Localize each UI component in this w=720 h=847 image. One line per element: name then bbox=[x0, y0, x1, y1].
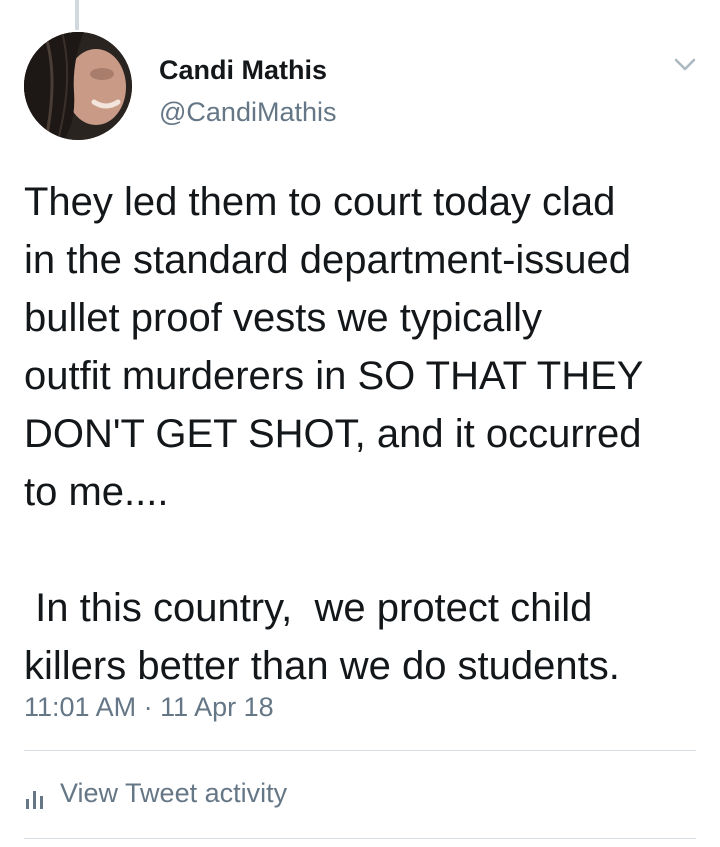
view-tweet-activity-label: View Tweet activity bbox=[60, 778, 288, 808]
avatar[interactable] bbox=[24, 32, 132, 140]
chevron-down-icon[interactable] bbox=[670, 52, 700, 76]
divider bbox=[24, 750, 696, 751]
tweet-timestamp[interactable]: 11:01 AM · 11 Apr 18 bbox=[24, 690, 274, 724]
tweet-author[interactable]: Candi Mathis @CandiMathis bbox=[159, 54, 336, 128]
view-tweet-activity-button[interactable]: View Tweet activity bbox=[24, 778, 287, 809]
thread-connector-line bbox=[75, 0, 79, 30]
author-display-name[interactable]: Candi Mathis bbox=[159, 54, 336, 86]
tweet-text: They led them to court today clad in the… bbox=[24, 180, 644, 688]
author-handle[interactable]: @CandiMathis bbox=[159, 96, 336, 128]
divider bbox=[24, 838, 696, 839]
bar-chart-icon bbox=[24, 785, 46, 809]
